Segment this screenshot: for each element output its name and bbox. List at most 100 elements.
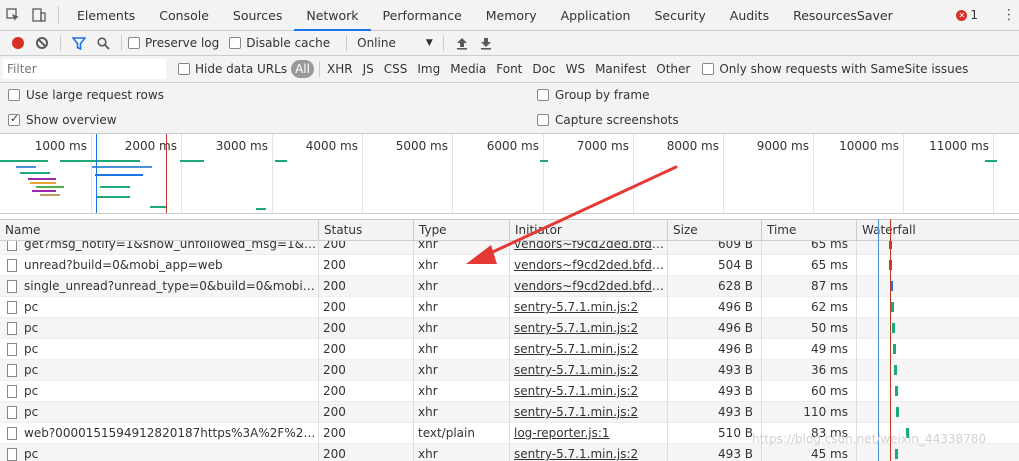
domcontentloaded-marker — [96, 134, 97, 213]
capture-screenshots-checkbox[interactable]: Capture screenshots — [537, 113, 679, 127]
request-status: 200 — [323, 405, 346, 419]
chevron-down-icon: ▼ — [425, 38, 433, 48]
tab-audits[interactable]: Audits — [718, 0, 781, 30]
upload-icon — [456, 37, 467, 50]
tab-elements[interactable]: Elements — [65, 0, 147, 30]
overview-bar — [540, 160, 548, 162]
request-name: get?msg_notify=1&show_unfollowed_msg=1&b… — [24, 241, 318, 251]
tab-memory[interactable]: Memory — [474, 0, 549, 30]
request-status: 200 — [323, 447, 346, 461]
checkbox-box — [537, 89, 549, 101]
request-initiator[interactable]: vendors~f9cd2ded.bfd6b... — [509, 276, 667, 297]
clear-button[interactable] — [30, 32, 54, 54]
throttling-select[interactable]: Online ▼ — [353, 36, 437, 50]
request-time: 60 ms — [810, 384, 848, 398]
request-initiator[interactable]: log-reporter.js:1 — [509, 423, 667, 444]
filter-toggle-button[interactable] — [67, 32, 91, 54]
tab-console[interactable]: Console — [147, 0, 221, 30]
type-filter-js[interactable]: JS — [359, 60, 378, 78]
request-initiator[interactable]: sentry-5.7.1.min.js:2 — [509, 297, 667, 318]
request-status: 200 — [323, 300, 346, 314]
type-filter-doc[interactable]: Doc — [528, 60, 559, 78]
devtools-tabbar: Elements Console Sources Network Perform… — [0, 0, 1019, 31]
request-type: xhr — [418, 447, 438, 461]
type-filter-other[interactable]: Other — [652, 60, 694, 78]
request-time: 49 ms — [810, 342, 848, 356]
request-size: 504 B — [718, 258, 753, 272]
column-header-waterfall[interactable]: Waterfall — [856, 220, 1019, 241]
overview-grid-line — [993, 134, 994, 213]
request-initiator[interactable]: sentry-5.7.1.min.js:2 — [509, 360, 667, 381]
request-initiator[interactable]: vendors~f9cd2ded.bfd6b... — [509, 255, 667, 276]
large-rows-checkbox[interactable]: Use large request rows — [8, 88, 164, 102]
column-header-initiator[interactable]: Initiator — [509, 220, 667, 241]
toolbar-separator — [318, 61, 320, 77]
tab-sources[interactable]: Sources — [221, 0, 294, 30]
column-header-type[interactable]: Type — [413, 220, 509, 241]
type-filter-font[interactable]: Font — [492, 60, 526, 78]
search-button[interactable] — [91, 32, 115, 54]
request-initiator[interactable]: vendors~f9cd2ded.bfd6b... — [509, 241, 667, 255]
type-filter-manifest[interactable]: Manifest — [591, 60, 650, 78]
overview-bar — [95, 174, 143, 176]
type-filter-css[interactable]: CSS — [380, 60, 412, 78]
overview-bar — [20, 172, 50, 174]
overview-bar — [256, 208, 266, 210]
request-name: unread?build=0&mobi_app=web — [24, 258, 223, 272]
more-options-icon[interactable]: ⋮ — [999, 7, 1019, 23]
group-by-frame-checkbox[interactable]: Group by frame — [537, 88, 649, 102]
request-size: 496 B — [718, 300, 753, 314]
file-icon — [7, 322, 17, 335]
preserve-log-checkbox[interactable]: Preserve log — [128, 36, 219, 50]
show-overview-checkbox[interactable]: Show overview — [8, 112, 117, 127]
overview-bar — [100, 186, 130, 188]
hide-data-urls-checkbox[interactable]: Hide data URLs — [178, 62, 287, 76]
request-initiator[interactable]: sentry-5.7.1.min.js:2 — [509, 318, 667, 339]
type-filter-all[interactable]: All — [291, 60, 314, 78]
request-status: 200 — [323, 321, 346, 335]
overview-tick-label: 10000 ms — [839, 139, 899, 153]
column-header-time[interactable]: Time — [761, 220, 856, 241]
type-filter-ws[interactable]: WS — [562, 60, 589, 78]
network-toolbar: Preserve log Disable cache Online ▼ — [0, 31, 1019, 56]
samesite-issues-checkbox[interactable]: Only show requests with SameSite issues — [702, 62, 968, 76]
filter-input[interactable] — [3, 59, 166, 79]
request-initiator[interactable]: sentry-5.7.1.min.js:2 — [509, 444, 667, 461]
overview-bar — [16, 166, 36, 168]
overview-bar — [985, 160, 997, 162]
overview-bar — [36, 186, 64, 188]
request-name: pc — [24, 384, 39, 398]
inspect-element-icon[interactable] — [0, 0, 26, 30]
device-toolbar-icon[interactable] — [26, 0, 52, 30]
search-icon — [96, 36, 110, 50]
request-initiator[interactable]: sentry-5.7.1.min.js:2 — [509, 402, 667, 423]
request-initiator[interactable]: sentry-5.7.1.min.js:2 — [509, 339, 667, 360]
export-har-button[interactable] — [474, 32, 498, 54]
tab-network[interactable]: Network — [294, 0, 371, 31]
record-button[interactable] — [6, 32, 30, 54]
tab-security[interactable]: Security — [642, 0, 717, 30]
import-har-button[interactable] — [450, 32, 474, 54]
request-initiator[interactable]: sentry-5.7.1.min.js:2 — [509, 381, 667, 402]
request-status: 200 — [323, 258, 346, 272]
network-overview-timeline[interactable]: 1000 ms 2000 ms 3000 ms 4000 ms 5000 ms 6000 … — [0, 134, 1019, 214]
error-count-badge[interactable]: ✕ 1 — [956, 8, 978, 22]
tab-application[interactable]: Application — [549, 0, 643, 30]
column-header-status[interactable]: Status — [318, 220, 413, 241]
request-time: 110 ms — [803, 405, 848, 419]
overview-bar — [30, 182, 56, 184]
column-header-size[interactable]: Size — [667, 220, 761, 241]
tab-resourcessaver[interactable]: ResourcesSaver — [781, 0, 905, 30]
disable-cache-checkbox[interactable]: Disable cache — [229, 36, 330, 50]
column-header-name[interactable]: Name — [0, 220, 318, 241]
type-filter-media[interactable]: Media — [446, 60, 490, 78]
request-type: xhr — [418, 300, 438, 314]
type-filter-xhr[interactable]: XHR — [323, 60, 357, 78]
tab-performance[interactable]: Performance — [371, 0, 474, 30]
file-icon — [7, 259, 17, 272]
waterfall-bar — [894, 365, 897, 375]
overview-tick-label: 1000 ms — [34, 139, 87, 153]
request-time: 87 ms — [810, 279, 848, 293]
type-filter-img[interactable]: Img — [413, 60, 444, 78]
large-rows-label: Use large request rows — [26, 88, 164, 102]
